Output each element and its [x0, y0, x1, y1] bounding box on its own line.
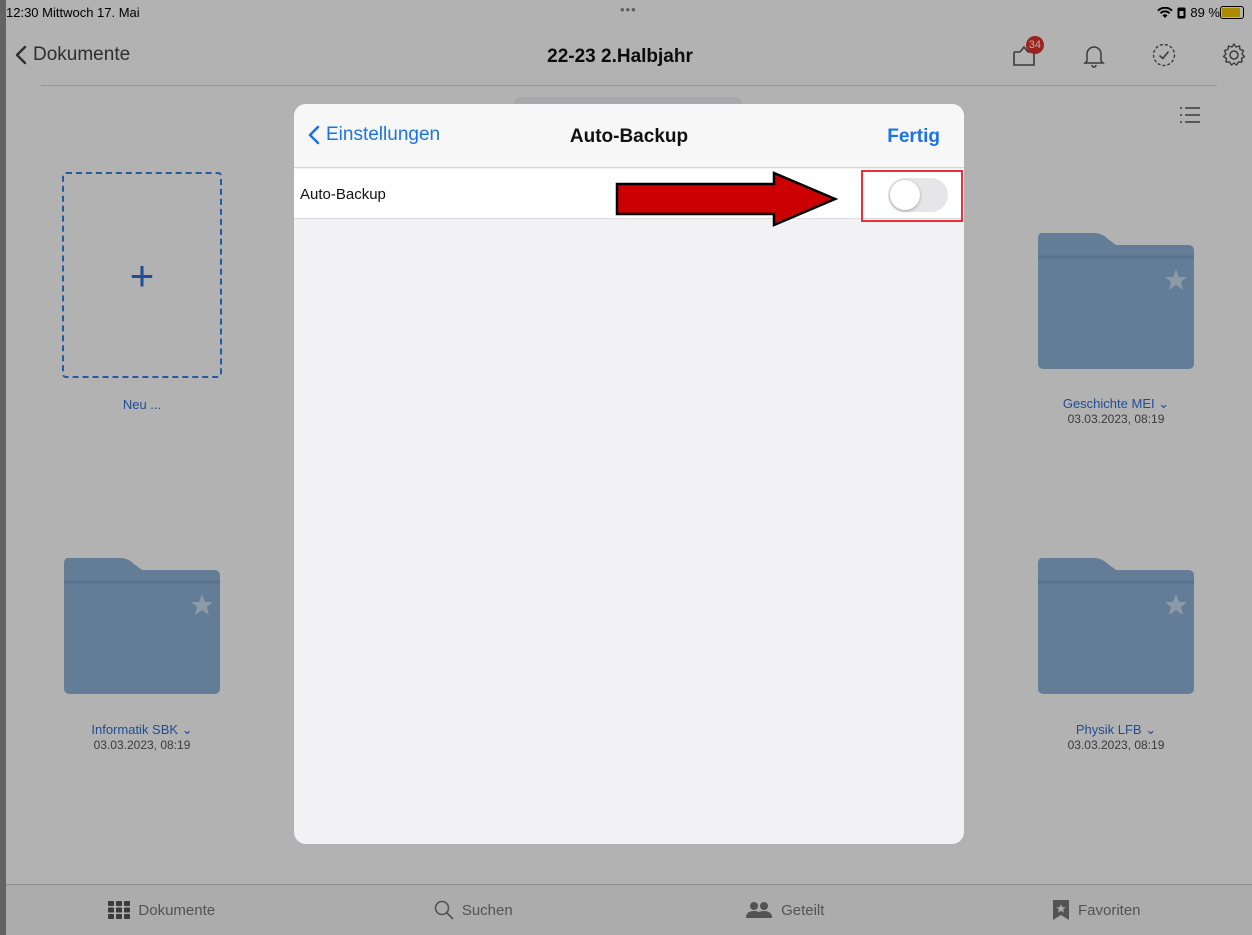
red-arrow-annotation	[615, 171, 838, 227]
toggle-highlight-box	[861, 170, 963, 222]
sheet-header: Einstellungen Auto-Backup Fertig	[294, 104, 964, 168]
auto-backup-label: Auto-Backup	[300, 186, 386, 203]
sheet-title: Auto-Backup	[569, 126, 689, 147]
sheet-grabber	[514, 97, 742, 104]
done-button[interactable]: Fertig	[887, 126, 940, 148]
